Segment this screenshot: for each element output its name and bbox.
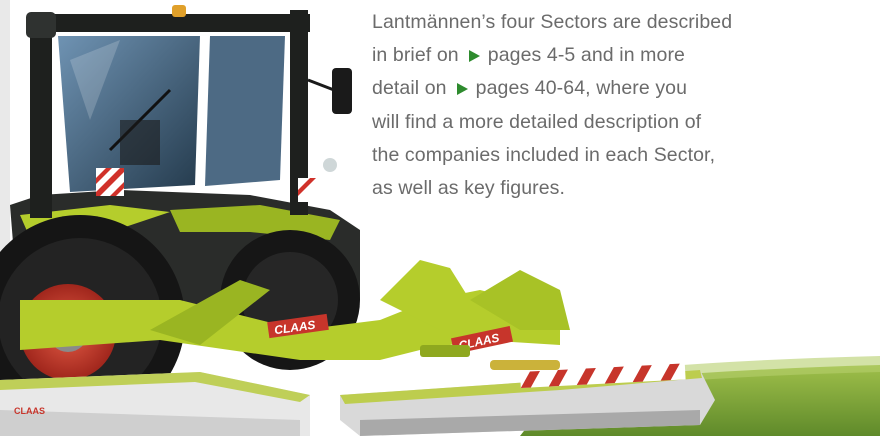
intro-line-4: will find a more detailed description of [372, 110, 702, 133]
play-arrow-icon [468, 50, 480, 63]
play-arrow-icon [456, 83, 468, 96]
intro-line-2-start: in brief on [372, 44, 459, 67]
page-reference-link-2[interactable]: pages 40-64, [476, 77, 591, 99]
deck-claas-label: CLAAS [14, 406, 45, 416]
intro-line-5: the companies included in each Sector, [372, 143, 716, 166]
intro-text: Lantmännen’s four Sectors are described … [372, 6, 877, 205]
page: CLAAS CLAAS CLAAS Lantmännen’s four Sect… [0, 0, 880, 436]
intro-line-1: Lantmännen’s four Sectors are described [372, 11, 733, 33]
page-reference-link-1[interactable]: pages 4-5 [488, 44, 576, 66]
intro-line-2: in brief on pages 4-5 and in more [372, 39, 877, 72]
intro-line-2-end: and in more [580, 44, 685, 67]
intro-line-3-end: where you [596, 77, 688, 100]
intro-line-3-start: detail on [372, 77, 447, 100]
intro-line-3: detail on pages 40-64, where you [372, 72, 877, 105]
intro-line-6: as well as key figures. [372, 177, 566, 200]
intro-paragraph: Lantmännen’s four Sectors are described … [372, 6, 877, 205]
